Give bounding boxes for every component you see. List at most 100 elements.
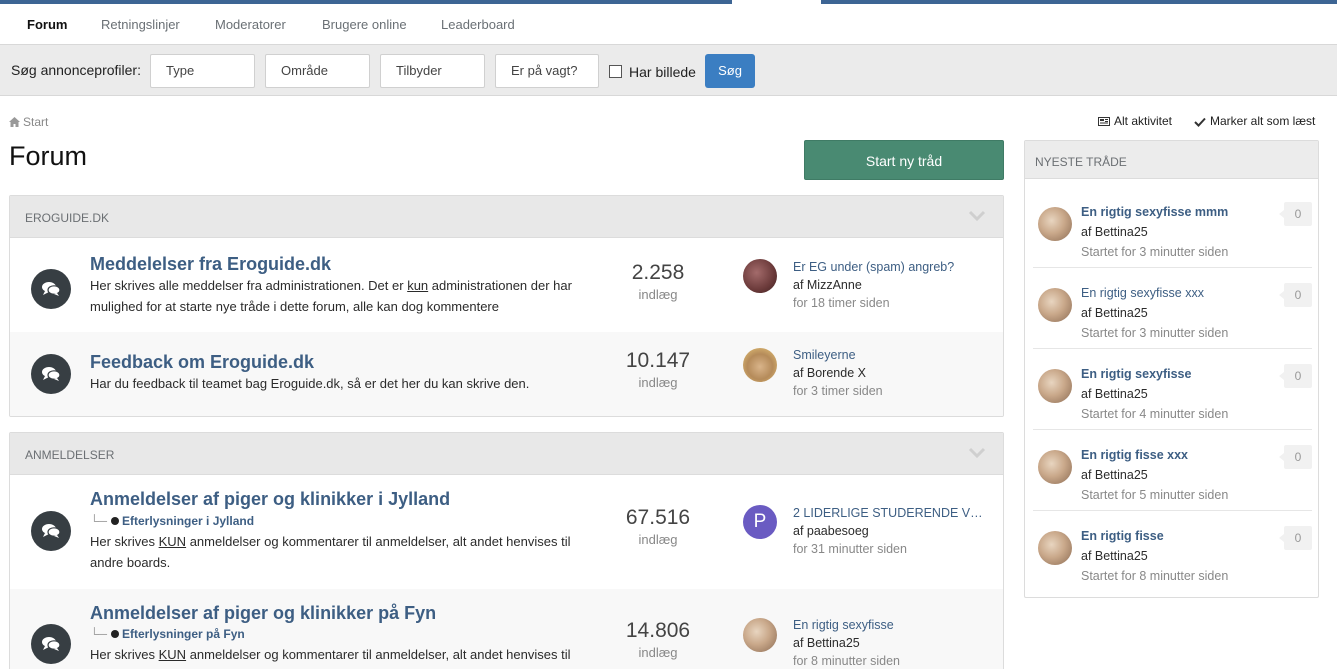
unread-dot-icon xyxy=(111,630,120,638)
avatar[interactable] xyxy=(1038,531,1072,565)
thread-item[interactable]: En rigtig sexyfisse mmm af Bettina25 Sta… xyxy=(1033,187,1312,268)
avatar[interactable] xyxy=(743,259,777,293)
reply-count-badge: 0 xyxy=(1279,202,1312,226)
avatar[interactable]: P xyxy=(743,505,777,539)
subforum-link[interactable]: └─ Efterlysninger i Jylland xyxy=(90,514,254,528)
all-activity-label: Alt aktivitet xyxy=(1114,114,1173,128)
forum-chat-icon xyxy=(31,511,71,551)
search-label: Søg annonceprofiler: xyxy=(11,62,141,78)
thread-author[interactable]: af Bettina25 xyxy=(1081,468,1148,482)
forum-title-link[interactable]: Anmeldelser af piger og klinikker på Fyn xyxy=(90,603,436,624)
forum-row[interactable]: Anmeldelser af piger og klinikker på Fyn… xyxy=(10,589,1003,669)
avatar[interactable] xyxy=(743,618,777,652)
widget-header: NYESTE TRÅDE xyxy=(1025,141,1318,179)
last-post-time: for 18 timer siden xyxy=(793,296,890,310)
chevron-down-icon[interactable] xyxy=(968,210,986,222)
thread-title-link[interactable]: En rigtig sexyfisse mmm xyxy=(1081,205,1228,219)
last-post-time: for 31 minutter siden xyxy=(793,542,907,556)
forum-title-link[interactable]: Meddelelser fra Eroguide.dk xyxy=(90,254,331,275)
checkmark-icon xyxy=(1194,117,1206,127)
avatar[interactable] xyxy=(1038,288,1072,322)
last-post-title-link[interactable]: En rigtig sexyfisse xyxy=(793,616,988,634)
thread-title-link[interactable]: En rigtig fisse xxx xyxy=(1081,448,1188,462)
avatar[interactable] xyxy=(743,348,777,382)
post-count: 10.147 indlæg xyxy=(625,349,691,390)
forum-description: Her skrives KUN anmeldelser og kommentar… xyxy=(90,647,571,662)
unread-dot-icon xyxy=(111,517,120,525)
thread-author[interactable]: af Bettina25 xyxy=(1081,549,1148,563)
thread-item[interactable]: En rigtig fisse xxx af Bettina25 Startet… xyxy=(1033,430,1312,511)
last-post-title-link[interactable]: 2 LIDERLIGE STUDERENDE VEN… xyxy=(793,504,988,522)
forum-row[interactable]: Meddelelser fra Eroguide.dk Her skrives … xyxy=(10,238,1003,332)
mark-all-read-link[interactable]: Marker alt som læst xyxy=(1194,114,1315,128)
thread-author[interactable]: af Bettina25 xyxy=(1081,387,1148,401)
last-post-author[interactable]: af paabesoeg xyxy=(793,522,993,540)
provider-select[interactable]: Tilbyder xyxy=(380,54,485,88)
thread-title-link[interactable]: En rigtig sexyfisse xyxy=(1081,367,1191,381)
category-title: EROGUIDE.DK xyxy=(25,211,110,225)
tab-retningslinjer[interactable]: Retningslinjer xyxy=(101,4,180,44)
profile-search-bar: Søg annonceprofiler: Type Område Tilbyde… xyxy=(0,44,1337,96)
tab-brugere-online[interactable]: Brugere online xyxy=(322,4,407,44)
has-photo-label[interactable]: Har billede xyxy=(629,64,696,80)
thread-item[interactable]: En rigtig sexyfisse xxx af Bettina25 Sta… xyxy=(1033,268,1312,349)
all-activity-link[interactable]: Alt aktivitet xyxy=(1098,114,1172,128)
avatar[interactable] xyxy=(1038,450,1072,484)
last-post-author[interactable]: af MizzAnne xyxy=(793,276,993,294)
breadcrumb-start-link[interactable]: Start xyxy=(23,115,48,129)
reply-count-badge: 0 xyxy=(1279,526,1312,550)
thread-time: Startet for 4 minutter siden xyxy=(1081,407,1229,421)
tab-forum[interactable]: Forum xyxy=(27,4,67,44)
start-new-thread-button[interactable]: Start ny tråd xyxy=(804,140,1004,180)
last-post-title-link[interactable]: Er EG under (spam) angreb? xyxy=(793,258,988,276)
forum-row[interactable]: Anmeldelser af piger og klinikker i Jyll… xyxy=(10,475,1003,589)
main-nav: Forum Retningslinjer Moderatorer Brugere… xyxy=(0,4,1337,44)
thread-item[interactable]: En rigtig sexyfisse af Bettina25 Startet… xyxy=(1033,349,1312,430)
on-duty-select[interactable]: Er på vagt? xyxy=(495,54,599,88)
has-photo-checkbox[interactable] xyxy=(609,65,622,78)
type-select[interactable]: Type xyxy=(150,54,255,88)
thread-time: Startet for 3 minutter siden xyxy=(1081,245,1229,259)
tab-moderatorer[interactable]: Moderatorer xyxy=(215,4,286,44)
tab-leaderboard[interactable]: Leaderboard xyxy=(441,4,515,44)
forum-chat-icon xyxy=(31,624,71,664)
newest-threads-widget: NYESTE TRÅDE En rigtig sexyfisse mmm af … xyxy=(1024,140,1319,598)
post-count: 67.516 indlæg xyxy=(625,506,691,547)
forum-description: Her skrives alle meddelser fra administr… xyxy=(90,278,572,314)
widget-title: NYESTE TRÅDE xyxy=(1035,155,1127,169)
search-button[interactable]: Søg xyxy=(705,54,755,88)
subforum-link[interactable]: └─ Efterlysninger på Fyn xyxy=(90,627,245,641)
forum-chat-icon xyxy=(31,269,71,309)
last-post-author[interactable]: af Bettina25 xyxy=(793,634,993,652)
chevron-down-icon[interactable] xyxy=(968,447,986,459)
last-post-time: for 8 minutter siden xyxy=(793,654,900,668)
last-post-title-link[interactable]: Smileyerne xyxy=(793,346,988,364)
page-title: Forum xyxy=(9,141,88,171)
thread-author[interactable]: af Bettina25 xyxy=(1081,306,1148,320)
last-post: En rigtig sexyfisse af Bettina25 for 8 m… xyxy=(793,616,993,669)
thread-time: Startet for 3 minutter siden xyxy=(1081,326,1229,340)
forum-description: Her skrives KUN anmeldelser og kommentar… xyxy=(90,534,571,570)
last-post-author[interactable]: af Borende X xyxy=(793,364,993,382)
forum-title-link[interactable]: Feedback om Eroguide.dk xyxy=(90,352,314,373)
avatar[interactable] xyxy=(1038,207,1072,241)
avatar[interactable] xyxy=(1038,369,1072,403)
forum-title-link[interactable]: Anmeldelser af piger og klinikker i Jyll… xyxy=(90,489,450,510)
thread-title-link[interactable]: En rigtig fisse xyxy=(1081,529,1164,543)
home-icon xyxy=(9,117,20,127)
reply-count-badge: 0 xyxy=(1279,283,1312,307)
post-count: 14.806 indlæg xyxy=(625,619,691,660)
category-title: ANMELDELSER xyxy=(25,448,115,462)
forum-description: Har du feedback til teamet bag Eroguide.… xyxy=(90,376,530,391)
forum-row[interactable]: Feedback om Eroguide.dk Har du feedback … xyxy=(10,332,1003,416)
reply-count-badge: 0 xyxy=(1279,364,1312,388)
area-select[interactable]: Område xyxy=(265,54,370,88)
mark-all-read-label: Marker alt som læst xyxy=(1210,114,1316,128)
thread-item[interactable]: En rigtig fisse af Bettina25 Startet for… xyxy=(1033,511,1312,592)
thread-title-link[interactable]: En rigtig sexyfisse xxx xyxy=(1081,286,1204,300)
last-post: 2 LIDERLIGE STUDERENDE VEN… af paabesoeg… xyxy=(793,504,993,558)
thread-author[interactable]: af Bettina25 xyxy=(1081,225,1148,239)
thread-time: Startet for 5 minutter siden xyxy=(1081,488,1229,502)
category-eroguide: EROGUIDE.DK Meddelelser fra Eroguide.dk … xyxy=(9,195,1004,417)
last-post-time: for 3 timer siden xyxy=(793,384,883,398)
